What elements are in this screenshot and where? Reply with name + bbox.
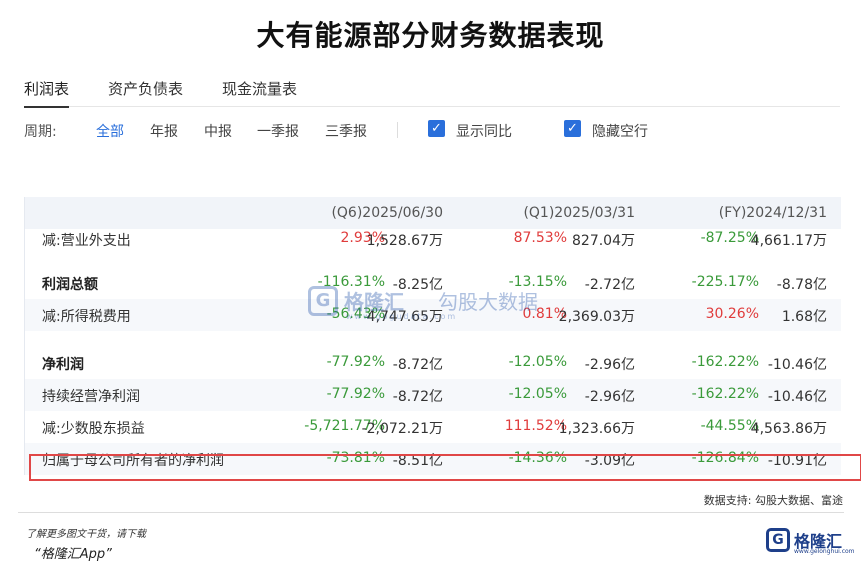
yoy-value: -225.17% — [691, 274, 759, 290]
yoy-value: -162.22% — [691, 386, 759, 402]
tab-balance-sheet[interactable]: 资产负债表 — [108, 78, 183, 99]
amount-value: -10.91亿 — [767, 453, 827, 469]
yoy-value: 111.52% — [504, 418, 567, 434]
yoy-value: 30.26% — [705, 306, 759, 322]
footer-note: 了解更多图文干货，请下载 — [26, 529, 146, 540]
row-name: 净利润 — [42, 357, 84, 373]
brand-logo: G 格隆汇 www.gelonghui.com — [766, 528, 855, 556]
row-name: 减:营业外支出 — [42, 233, 131, 249]
amount-value: -10.46亿 — [767, 357, 827, 373]
yoy-value: -12.05% — [508, 386, 567, 402]
check-icon: ✓ — [428, 120, 445, 137]
period-option-interim[interactable]: 中报 — [204, 121, 232, 141]
table-row: 减:营业外支出 2.93% 1,528.67万 87.53% 827.04万 -… — [25, 229, 841, 251]
statement-tabs: 利润表 资产负债表 现金流量表 — [24, 76, 840, 108]
show-yoy-label: 显示同比 — [456, 124, 512, 140]
column-header-q1: (Q1)2025/03/31 — [523, 205, 635, 221]
column-header-q6: (Q6)2025/06/30 — [331, 205, 443, 221]
period-filter: 周期: 全部 年报 中报 一季报 三季报 ✓ 显示同比 ✓ 隐藏空行 — [24, 120, 840, 142]
yoy-value: -162.22% — [691, 354, 759, 370]
watermark-logo-icon: G — [308, 286, 338, 316]
row-name: 减:所得税费用 — [42, 309, 131, 325]
amount-value: -8.72亿 — [392, 357, 443, 373]
watermark: G 格隆汇 勾股大数据 www.gogudata.com — [308, 284, 568, 324]
divider — [18, 512, 844, 513]
footer-app-name: “格隆汇App” — [34, 547, 112, 562]
yoy-value: 87.53% — [513, 230, 567, 246]
yoy-value: -12.05% — [508, 354, 567, 370]
amount-value: 1,323.66万 — [558, 421, 635, 437]
amount-value: -3.09亿 — [584, 453, 635, 469]
check-icon: ✓ — [564, 120, 581, 137]
hide-empty-label: 隐藏空行 — [592, 124, 648, 140]
watermark-sub: 勾股大数据 — [438, 290, 538, 314]
period-option-all[interactable]: 全部 — [96, 121, 124, 141]
row-name: 减:少数股东损益 — [42, 421, 145, 437]
spacer-row — [25, 331, 841, 347]
amount-value: 827.04万 — [572, 233, 635, 249]
amount-value: 2,369.03万 — [558, 309, 635, 325]
yoy-value: -14.36% — [508, 450, 567, 466]
amount-value: -8.51亿 — [392, 453, 443, 469]
amount-value: -8.72亿 — [392, 389, 443, 405]
period-option-q3[interactable]: 三季报 — [325, 121, 367, 141]
income-statement-table: (Q6)2025/06/30 (Q1)2025/03/31 (FY)2024/1… — [24, 197, 841, 475]
tab-income-statement[interactable]: 利润表 — [24, 78, 70, 108]
amount-value: 4,661.17万 — [750, 233, 827, 249]
row-name: 归属于母公司所有者的净利润 — [42, 453, 224, 469]
period-label: 周期: — [24, 124, 57, 140]
amount-value: -2.96亿 — [584, 357, 635, 373]
watermark-url: www.gogudata.com — [346, 312, 458, 321]
amount-value: 1,528.67万 — [366, 233, 443, 249]
yoy-value: -126.84% — [691, 450, 759, 466]
amount-value: -8.78亿 — [776, 277, 827, 293]
yoy-value: -77.92% — [326, 354, 385, 370]
data-source: 数据支持: 勾股大数据、富途 — [703, 494, 843, 507]
table-row: 归属于母公司所有者的净利润 -73.81% -8.51亿 -14.36% -3.… — [25, 443, 841, 475]
period-option-annual[interactable]: 年报 — [150, 121, 178, 141]
brand-logo-icon: G — [766, 528, 790, 552]
amount-value: -2,072.21万 — [361, 421, 443, 437]
yoy-value: -77.92% — [326, 386, 385, 402]
table-row: 持续经营净利润 -77.92% -8.72亿 -12.05% -2.96亿 -1… — [25, 379, 841, 411]
amount-value: -2.96亿 — [584, 389, 635, 405]
watermark-brand: 格隆汇 — [344, 290, 404, 314]
amount-value: 1.68亿 — [781, 309, 827, 325]
period-option-q1[interactable]: 一季报 — [257, 121, 299, 141]
amount-value: -10.46亿 — [767, 389, 827, 405]
row-name: 持续经营净利润 — [42, 389, 140, 405]
row-name: 利润总额 — [42, 277, 98, 293]
amount-value: 4,563.86万 — [750, 421, 827, 437]
divider — [397, 122, 398, 138]
tab-cash-flow[interactable]: 现金流量表 — [222, 78, 297, 99]
spacer-row — [25, 251, 841, 267]
page-title: 大有能源部分财务数据表现 — [256, 19, 605, 52]
table-row: 净利润 -77.92% -8.72亿 -12.05% -2.96亿 -162.2… — [25, 347, 841, 379]
table-header: (Q6)2025/06/30 (Q1)2025/03/31 (FY)2024/1… — [25, 197, 841, 229]
table-row: 减:少数股东损益 -5,721.77% -2,072.21万 111.52% 1… — [25, 411, 841, 443]
column-header-fy: (FY)2024/12/31 — [718, 205, 827, 221]
brand-url: www.gelonghui.com — [794, 548, 855, 555]
yoy-value: -73.81% — [326, 450, 385, 466]
amount-value: -2.72亿 — [584, 277, 635, 293]
